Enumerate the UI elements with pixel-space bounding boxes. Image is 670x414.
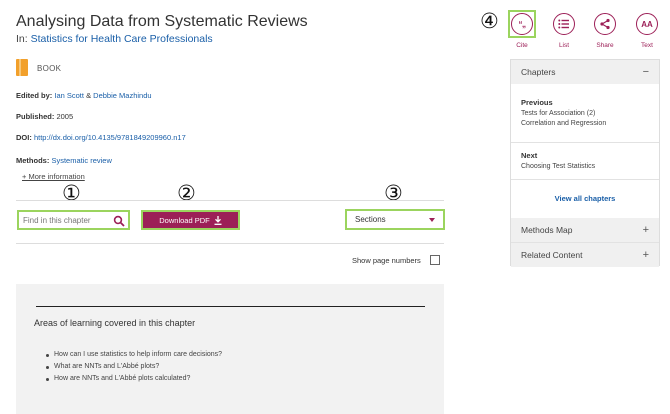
divider — [16, 200, 444, 201]
related-content-header[interactable]: Related Content + — [511, 243, 659, 267]
chevron-down-icon — [429, 217, 435, 222]
sections-label: Sections — [355, 215, 386, 224]
methods: Methods: Systematic review — [16, 156, 112, 165]
download-pdf-button[interactable]: Download PDF — [141, 210, 240, 230]
marker-1: ① — [62, 181, 81, 205]
search-icon[interactable] — [113, 214, 125, 227]
text-size-icon: AA — [641, 19, 653, 29]
marker-4: ④ — [480, 9, 499, 33]
doi: DOI: http://dx.doi.org/10.4135/978184920… — [16, 133, 186, 142]
show-page-numbers-label: Show page numbers — [352, 256, 421, 265]
more-information-link[interactable]: + More information — [22, 172, 85, 181]
book-source: In: Statistics for Health Care Professio… — [16, 33, 213, 45]
list-button[interactable] — [553, 13, 575, 35]
doi-label: DOI: — [16, 133, 32, 142]
panel-rule — [36, 306, 425, 307]
sections-dropdown[interactable]: Sections — [345, 209, 445, 230]
share-button[interactable] — [594, 13, 616, 35]
expand-icon[interactable]: + — [643, 224, 649, 236]
list-icon — [558, 19, 570, 29]
quote-icon: “,, — [518, 19, 526, 29]
next-label: Next — [521, 151, 538, 160]
divider — [16, 243, 444, 244]
expand-icon[interactable]: + — [643, 249, 649, 261]
edited-by-label: Edited by: — [16, 91, 53, 100]
share-icon — [599, 18, 611, 30]
editor-link[interactable]: Ian Scott — [54, 91, 84, 100]
previous-chapter[interactable]: Previous Tests for Association (2) Corre… — [521, 98, 606, 129]
areas-title: Areas of learning covered in this chapte… — [34, 318, 196, 328]
collapse-icon[interactable]: − — [643, 66, 649, 78]
content-type-label: BOOK — [37, 64, 62, 73]
methods-label: Methods: — [16, 156, 50, 165]
doi-link[interactable]: http://dx.doi.org/10.4135/9781849209960.… — [34, 133, 186, 142]
marker-2: ② — [177, 181, 196, 205]
edited-by: Edited by: Ian Scott & Debbie Mazhindu — [16, 91, 152, 100]
published: Published: 2005 — [16, 112, 73, 121]
book-link[interactable]: Statistics for Health Care Professionals — [31, 33, 213, 45]
divider — [511, 142, 659, 143]
sidebar: Chapters − Previous Tests for Associatio… — [510, 59, 660, 267]
previous-title-line2: Correlation and Regression — [521, 120, 607, 127]
marker-3: ③ — [384, 181, 403, 205]
previous-title-line1: Tests for Association (2) — [521, 110, 596, 117]
next-chapter[interactable]: Next Choosing Test Statistics — [521, 151, 595, 172]
amp: & — [86, 91, 92, 100]
published-label: Published: — [16, 112, 55, 121]
book-icon — [16, 59, 28, 76]
in-prefix: In: — [16, 33, 28, 45]
list-item: How can I use statistics to help inform … — [46, 349, 222, 361]
editor-link[interactable]: Debbie Mazhindu — [93, 91, 151, 100]
published-value: 2005 — [56, 112, 74, 121]
cite-label: Cite — [516, 42, 528, 49]
divider — [511, 179, 659, 180]
methods-link[interactable]: Systematic review — [51, 156, 111, 165]
cite-button[interactable]: “,, — [511, 13, 533, 35]
download-label: Download PDF — [159, 215, 210, 225]
chapter-search[interactable] — [17, 210, 130, 230]
next-title: Choosing Test Statistics — [521, 163, 596, 170]
chapters-header[interactable]: Chapters − — [511, 60, 659, 84]
list-label: List — [558, 42, 570, 49]
learning-list: How can I use statistics to help inform … — [46, 349, 222, 385]
view-all-chapters-link[interactable]: View all chapters — [511, 194, 659, 203]
list-item: How are NNTs and L'Abbé plots calculated… — [46, 373, 222, 385]
page-title: Analysing Data from Systematic Reviews — [16, 13, 308, 30]
text-label: Text — [641, 42, 653, 49]
previous-label: Previous — [521, 98, 553, 107]
download-icon — [214, 215, 222, 225]
share-label: Share — [596, 42, 614, 49]
chapters-label: Chapters — [521, 67, 556, 77]
search-input[interactable] — [23, 215, 111, 225]
text-size-button[interactable]: AA — [636, 13, 658, 35]
list-item: What are NNTs and L'Abbé plots? — [46, 361, 222, 373]
methods-map-header[interactable]: Methods Map + — [511, 218, 659, 242]
show-page-numbers-checkbox[interactable] — [430, 255, 440, 265]
methods-map-label: Methods Map — [521, 225, 573, 235]
related-content-label: Related Content — [521, 250, 583, 260]
